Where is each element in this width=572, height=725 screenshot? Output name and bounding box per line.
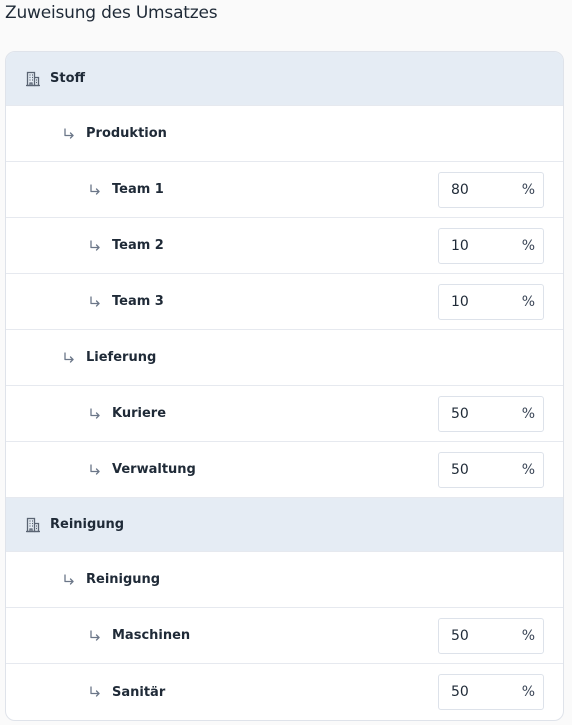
building-icon <box>24 71 42 87</box>
subcategory-row-reinigung: Reinigung <box>6 552 563 608</box>
page-title: Zuweisung des Umsatzes <box>5 3 218 23</box>
percentage-field: % <box>438 396 544 432</box>
percentage-input[interactable] <box>439 238 509 254</box>
item-row-team-2: Team 2 % <box>6 218 563 274</box>
item-row-team-3: Team 3 % <box>6 274 563 330</box>
category-row-reinigung: Reinigung <box>6 498 563 552</box>
subdirectory-arrow-icon <box>86 685 104 699</box>
category-label: Reinigung <box>50 517 125 532</box>
item-label: Team 2 <box>112 238 164 253</box>
category-row-stoff: Stoff <box>6 52 563 106</box>
item-label: Team 3 <box>112 294 164 309</box>
subcategory-label: Produktion <box>86 126 167 141</box>
item-row-maschinen: Maschinen % <box>6 608 563 664</box>
item-row-team-1: Team 1 % <box>6 162 563 218</box>
percentage-input[interactable] <box>439 684 509 700</box>
subdirectory-arrow-icon <box>86 463 104 477</box>
subcategory-row-produktion: Produktion <box>6 106 563 162</box>
percent-sign: % <box>521 294 535 310</box>
percentage-input[interactable] <box>439 628 509 644</box>
item-label: Verwaltung <box>112 462 196 477</box>
revenue-allocation-panel: Stoff Produktion Team 1 % Team 2 <box>5 51 564 721</box>
subdirectory-arrow-icon <box>86 407 104 421</box>
item-row-verwaltung: Verwaltung % <box>6 442 563 498</box>
item-label: Maschinen <box>112 628 191 643</box>
percent-sign: % <box>521 406 535 422</box>
subdirectory-arrow-icon <box>86 629 104 643</box>
item-row-sanitaer: Sanitär % <box>6 664 563 720</box>
percent-sign: % <box>521 628 535 644</box>
percentage-input[interactable] <box>439 462 509 478</box>
subdirectory-arrow-icon <box>86 183 104 197</box>
subdirectory-arrow-icon <box>60 351 78 365</box>
percentage-input[interactable] <box>439 406 509 422</box>
item-label: Sanitär <box>112 684 166 700</box>
item-label: Kuriere <box>112 406 167 421</box>
building-icon <box>24 517 42 533</box>
percentage-field: % <box>438 228 544 264</box>
percentage-input[interactable] <box>439 182 509 198</box>
percent-sign: % <box>521 684 535 700</box>
percentage-field: % <box>438 172 544 208</box>
subcategory-row-lieferung: Lieferung <box>6 330 563 386</box>
percent-sign: % <box>521 462 535 478</box>
category-label: Stoff <box>50 71 86 86</box>
percent-sign: % <box>521 238 535 254</box>
percentage-field: % <box>438 618 544 654</box>
percentage-field: % <box>438 674 544 710</box>
subcategory-label: Reinigung <box>86 572 161 587</box>
percentage-field: % <box>438 452 544 488</box>
subdirectory-arrow-icon <box>60 127 78 141</box>
percentage-input[interactable] <box>439 294 509 310</box>
item-row-kuriere: Kuriere % <box>6 386 563 442</box>
percentage-field: % <box>438 284 544 320</box>
subcategory-label: Lieferung <box>86 350 157 365</box>
subdirectory-arrow-icon <box>86 239 104 253</box>
item-label: Team 1 <box>112 182 164 197</box>
subdirectory-arrow-icon <box>60 573 78 587</box>
subdirectory-arrow-icon <box>86 295 104 309</box>
percent-sign: % <box>521 182 535 198</box>
